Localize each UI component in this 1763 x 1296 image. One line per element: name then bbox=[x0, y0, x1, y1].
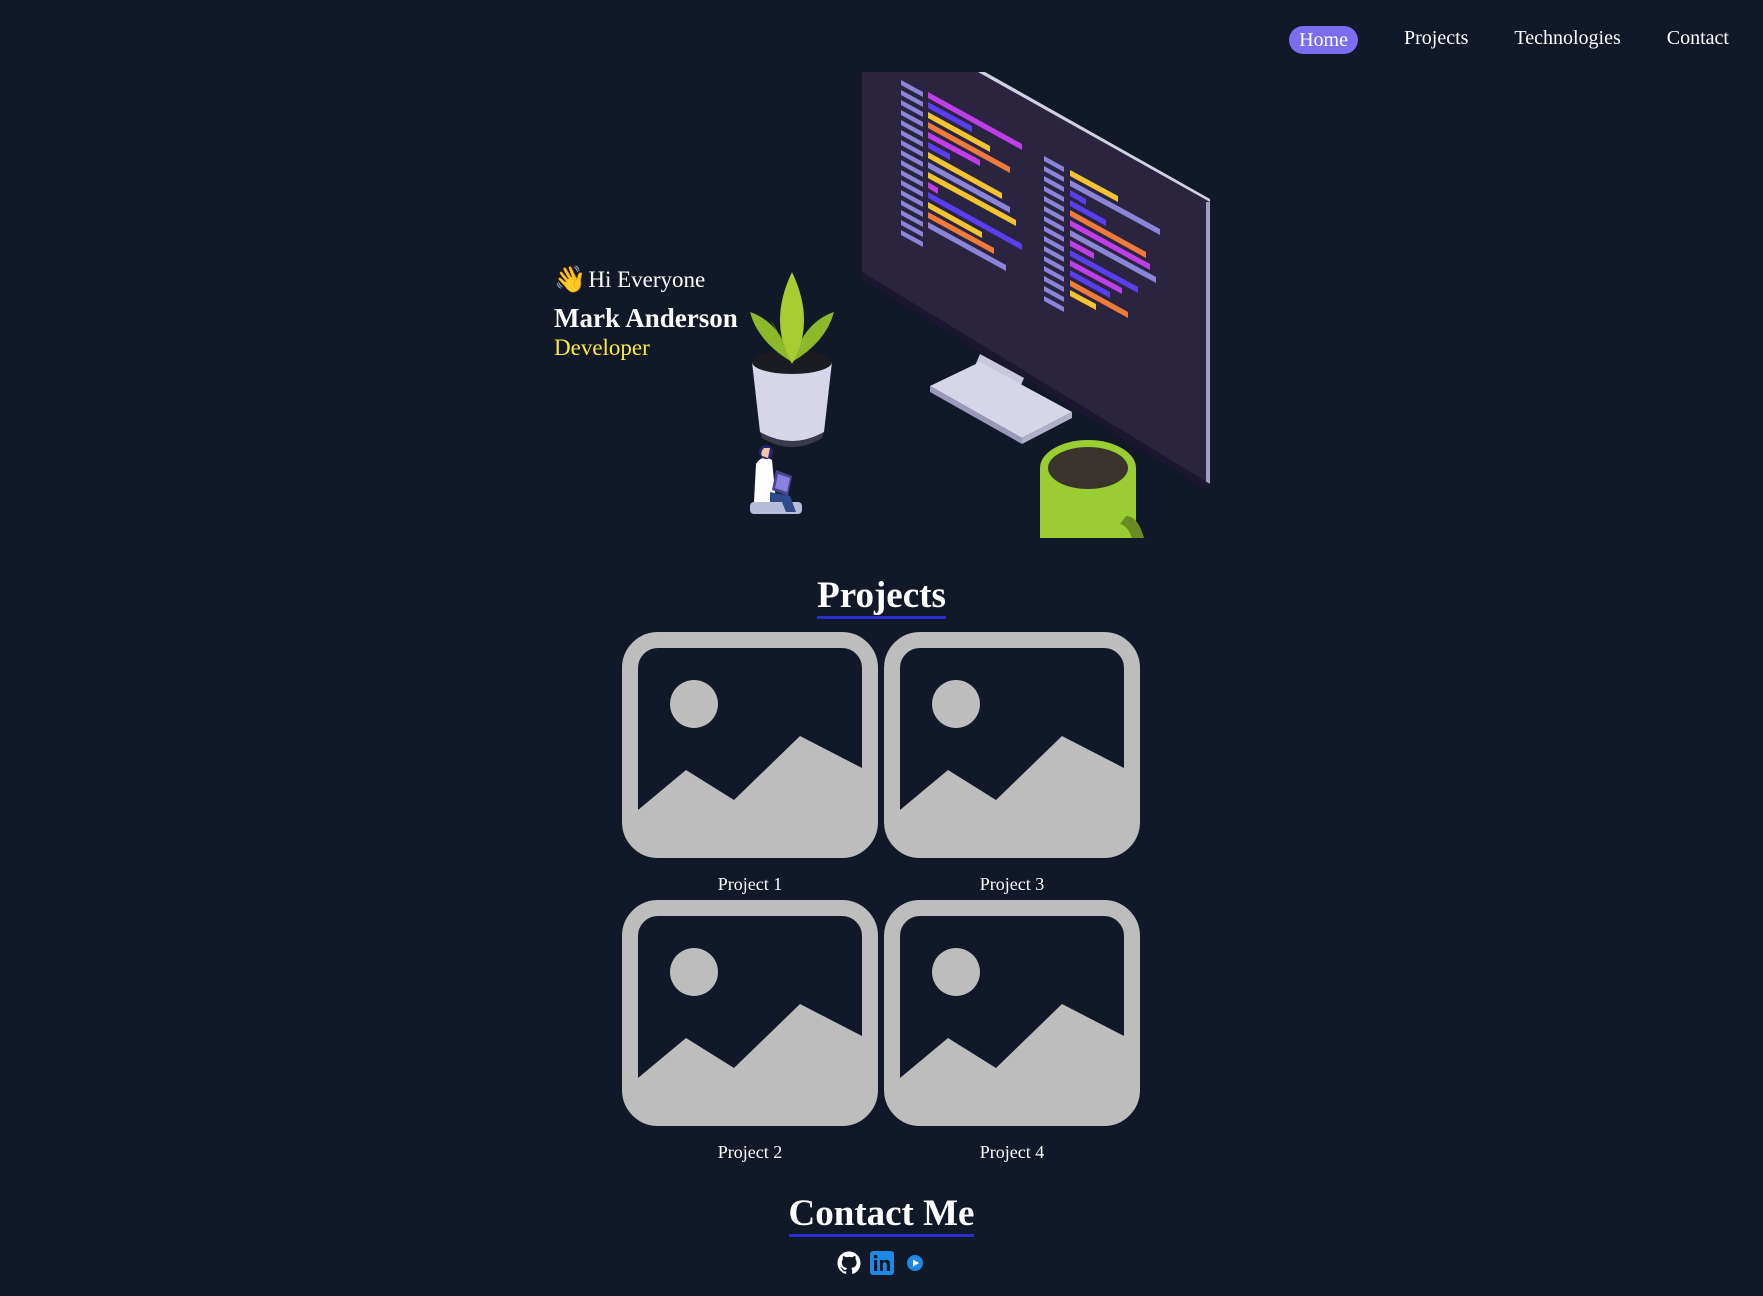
hero-intro: 👋 Hi Everyone Mark Anderson Developer bbox=[554, 265, 738, 361]
nav-contact[interactable]: Contact bbox=[1667, 24, 1729, 52]
project-label: Project 2 bbox=[717, 1142, 783, 1162]
projects-grid: Project 1 Project 3 Project 2 Project 4 bbox=[622, 632, 1144, 1164]
project-label: Project 1 bbox=[717, 874, 783, 894]
nav-home[interactable]: Home bbox=[1289, 26, 1358, 54]
social-links bbox=[0, 1250, 1763, 1275]
nav-projects[interactable]: Projects bbox=[1404, 24, 1468, 52]
image-placeholder-icon bbox=[884, 632, 1140, 858]
developer-illustration bbox=[750, 72, 1210, 538]
image-placeholder-icon bbox=[622, 632, 878, 858]
image-placeholder-icon bbox=[884, 900, 1140, 1126]
project-card[interactable]: Project 3 bbox=[884, 632, 1140, 896]
nav-technologies[interactable]: Technologies bbox=[1514, 24, 1620, 52]
person-icon bbox=[750, 445, 802, 514]
projects-heading-text: Projects bbox=[817, 575, 946, 619]
coffee-mug-icon bbox=[1040, 440, 1144, 538]
project-card[interactable]: Project 4 bbox=[884, 900, 1140, 1164]
plant-icon bbox=[750, 272, 834, 447]
top-nav: Home Projects Technologies Contact bbox=[1289, 22, 1729, 54]
project-card[interactable]: Project 2 bbox=[622, 900, 878, 1164]
hero-role: Developer bbox=[554, 335, 650, 360]
page: Home Projects Technologies Contact 👋 Hi … bbox=[0, 0, 1763, 1296]
image-placeholder-icon bbox=[622, 900, 878, 1126]
hero-name: Mark Anderson bbox=[554, 303, 738, 333]
greeting: 👋 Hi Everyone bbox=[554, 265, 738, 295]
linkedin-icon[interactable] bbox=[869, 1250, 894, 1275]
projects-heading: Projects bbox=[0, 574, 1763, 619]
github-icon[interactable] bbox=[836, 1250, 861, 1275]
waving-hand-icon: 👋 bbox=[554, 265, 587, 294]
project-card[interactable]: Project 1 bbox=[622, 632, 878, 896]
contact-heading: Contact Me bbox=[0, 1192, 1763, 1237]
contact-heading-text: Contact Me bbox=[788, 1193, 975, 1237]
play-icon[interactable] bbox=[902, 1250, 927, 1275]
greeting-text: Hi Everyone bbox=[588, 267, 706, 292]
project-label: Project 4 bbox=[979, 1142, 1045, 1162]
project-label: Project 3 bbox=[979, 874, 1045, 894]
